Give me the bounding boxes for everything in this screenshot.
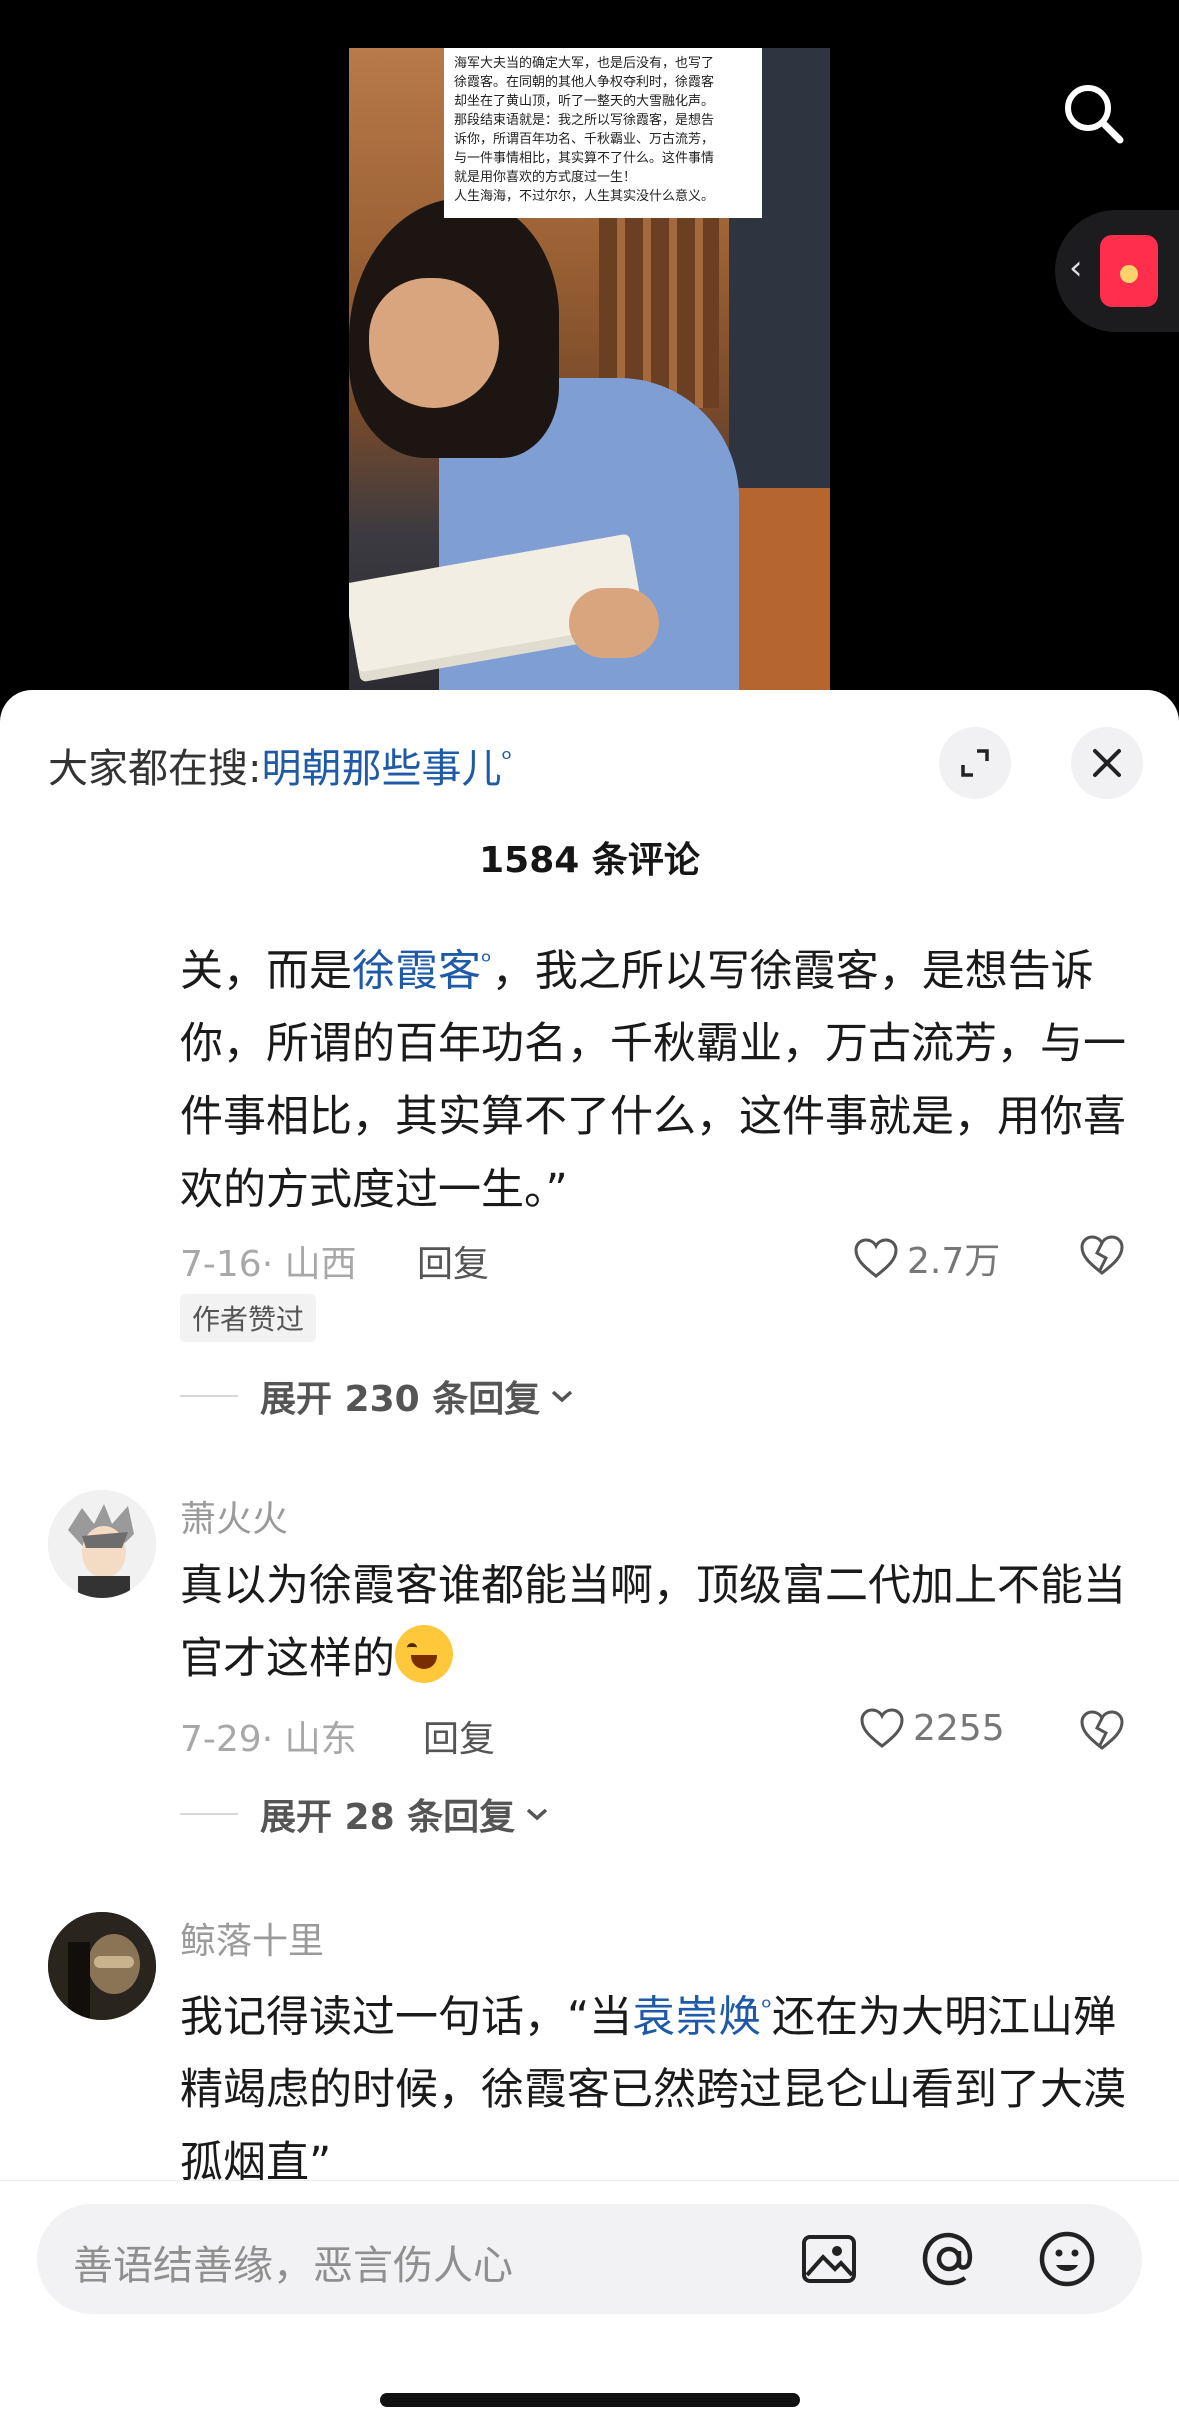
divider-line <box>180 1395 238 1397</box>
at-icon[interactable] <box>919 2229 979 2289</box>
comment-text: 真以为徐霞客谁都能当啊，顶级富二代加上不能当官才这样的 <box>180 1550 1140 1696</box>
person-hand <box>569 588 659 658</box>
username[interactable]: 萧火火 <box>180 1490 288 1542</box>
dislike-button[interactable] <box>1079 1234 1125 1280</box>
video-text-overlay: 海军大夫当的确定大军，也是后没有，也写了 徐霞客。在同朝的其他人争权夺利时，徐霞… <box>444 48 762 218</box>
search-small-icon: ᵒ <box>501 744 513 775</box>
chevron-left-icon: ‹ <box>1069 248 1083 288</box>
comment-meta: 7-29· 山东 <box>180 1719 357 1760</box>
broken-heart-icon <box>1080 1235 1124 1275</box>
like-button[interactable]: 2.7万 <box>853 1232 1000 1284</box>
comment-count-title: 1584 条评论 <box>479 840 700 881</box>
overlay-line: 诉你，所谓百年功名、千秋霸业、万古流芳， <box>454 132 715 147</box>
comment-link-keyword[interactable]: 徐霞客 <box>352 946 481 996</box>
image-icon[interactable] <box>799 2229 859 2289</box>
dislike-button[interactable] <box>1079 1709 1125 1755</box>
red-envelope-button[interactable]: ‹ <box>1055 210 1179 332</box>
search-small-icon: ᵒ <box>481 947 492 977</box>
avatar[interactable] <box>48 1912 156 2020</box>
comment-text-part: 真以为徐霞客谁都能当啊，顶级富二代加上不能当官才这样的 <box>180 1561 1126 1684</box>
comment-meta: 7-16· 山西 <box>180 1244 357 1285</box>
like-button[interactable]: 2255 <box>859 1707 1005 1749</box>
expand-replies-label: 展开 230 条回复 <box>260 1379 541 1420</box>
reply-button[interactable]: 回复 <box>417 1235 489 1287</box>
overlay-line: 却坐在了黄山顶，听了一整天的大雪融化声。 <box>454 94 715 109</box>
close-icon <box>1093 749 1121 777</box>
comment-link-keyword[interactable]: 袁崇焕 <box>632 1992 761 2042</box>
author-liked-badge: 作者赞过 <box>180 1294 317 1342</box>
comment-input-placeholder: 善语结善缘，恶言伤人心 <box>73 2243 513 2289</box>
home-indicator <box>380 2393 800 2407</box>
overlay-line: 人生海海，不过尔尔，人生其实没什么意义。 <box>454 189 715 204</box>
avatar[interactable] <box>48 1490 156 1598</box>
overlay-line: 徐霞客。在同朝的其他人争权夺利时，徐霞客 <box>454 75 715 90</box>
overlay-line: 海军大夫当的确定大军，也是后没有，也写了 <box>454 56 715 71</box>
heart-icon <box>854 1238 898 1278</box>
comment-input[interactable]: 善语结善缘，恶言伤人心 <box>37 2204 1142 2314</box>
search-small-icon: ᵒ <box>761 1993 773 2023</box>
grin-emoji-icon <box>395 1625 453 1683</box>
expand-replies-button[interactable]: 展开 28 条回复 <box>180 1788 551 1840</box>
expand-replies-button[interactable]: 展开 230 条回复 <box>180 1370 576 1422</box>
username[interactable]: 鲸落十里 <box>180 1912 324 1964</box>
chevron-down-icon <box>552 1390 573 1403</box>
comment-text-part: 关，而是 <box>180 946 352 997</box>
red-envelope-icon <box>1100 235 1158 307</box>
video-frame: 海军大夫当的确定大军，也是后没有，也写了 徐霞客。在同朝的其他人争权夺利时，徐霞… <box>349 48 830 700</box>
video-player[interactable]: 海军大夫当的确定大军，也是后没有，也写了 徐霞客。在同朝的其他人争权夺利时，徐霞… <box>0 0 1179 700</box>
comment-text: 我记得读过一句话，“当袁崇焕ᵒ还在为大明江山殚精竭虑的时候，徐霞客已然跨过昆仑山… <box>180 1972 1140 2200</box>
comment-text-part: 我记得读过一句话，“当 <box>180 1992 633 2043</box>
person-face <box>369 278 499 408</box>
overlay-line: 与一件事情相比，其实算不了什么。这件事情 <box>454 151 715 166</box>
chevron-down-icon <box>527 1808 548 1821</box>
divider-line <box>180 1813 238 1815</box>
emoji-icon[interactable] <box>1037 2229 1097 2289</box>
trending-search-keyword[interactable]: 明朝那些事儿 <box>261 746 501 792</box>
trending-search[interactable]: 大家都在搜:明朝那些事儿ᵒ <box>48 736 512 794</box>
search-icon[interactable] <box>1058 78 1128 148</box>
overlay-line: 就是用你喜欢的方式度过一生！ <box>454 170 637 185</box>
comment-sheet: 大家都在搜:明朝那些事儿ᵒ 1584 条评论 关，而是徐霞客ᵒ，我之所以写徐霞客… <box>0 690 1179 2428</box>
comment-input-bar: 善语结善缘，恶言伤人心 <box>0 2180 1179 2429</box>
comment-text: 关，而是徐霞客ᵒ，我之所以写徐霞客，是想告诉你，所谓的百年功名，千秋霸业，万古流… <box>180 926 1140 1227</box>
expand-button[interactable] <box>939 727 1011 799</box>
expand-replies-label: 展开 28 条回复 <box>260 1797 516 1838</box>
heart-icon <box>860 1708 904 1748</box>
like-count: 2.7万 <box>907 1241 1001 1282</box>
close-button[interactable] <box>1071 727 1143 799</box>
overlay-line: 那段结束语就是：我之所以写徐霞客，是想告 <box>454 113 715 128</box>
like-count: 2255 <box>913 1707 1005 1749</box>
trending-search-prefix: 大家都在搜: <box>48 746 262 792</box>
expand-icon <box>961 749 989 777</box>
broken-heart-icon <box>1080 1710 1124 1750</box>
reply-button[interactable]: 回复 <box>423 1710 495 1762</box>
